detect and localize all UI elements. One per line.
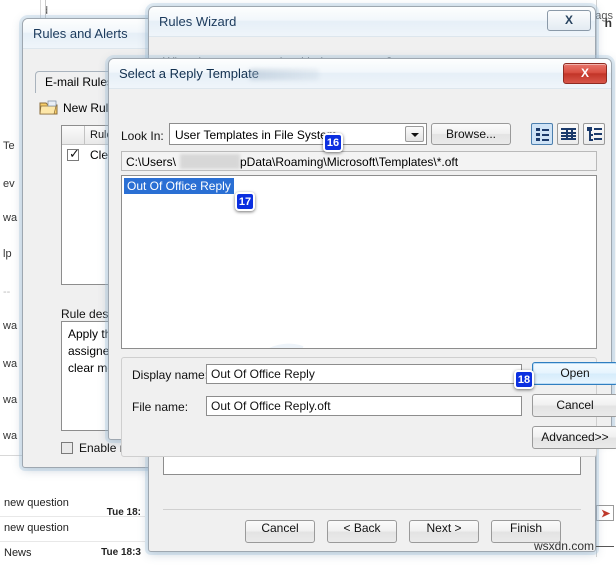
cancel-button[interactable]: Cancel — [245, 520, 315, 543]
rules-and-alerts-title: Rules and Alerts — [33, 26, 128, 41]
folder-icon — [39, 100, 58, 115]
mail-fragment[interactable]: lp — [3, 248, 12, 260]
select-reply-template-dialog[interactable]: Select a Reply Template X Look In: User … — [108, 58, 616, 457]
display-name-field[interactable]: Out Of Office Reply — [206, 364, 522, 384]
list-view-icon[interactable] — [531, 123, 553, 145]
details-view-icon[interactable] — [557, 123, 579, 145]
badge-18: 18 — [514, 370, 534, 389]
tree-view-icon[interactable] — [583, 123, 605, 145]
mail-subject: new question — [4, 522, 69, 534]
file-name-label: File name: — [132, 400, 189, 414]
red-arrow-icon: ➤ — [601, 508, 611, 520]
header-divider — [84, 126, 85, 145]
mail-fragment[interactable]: Te — [3, 140, 15, 152]
redacted-title-region — [249, 69, 319, 80]
list-item[interactable]: News Tue 18:3 — [0, 542, 145, 567]
mail-date: Tue 18:3 — [101, 547, 141, 558]
badge-16: 16 — [323, 133, 343, 152]
mail-fragment[interactable]: ev — [3, 178, 15, 190]
list-item[interactable]: new question Tue 18: — [0, 507, 145, 542]
file-name-field[interactable]: Out Of Office Reply.oft — [206, 396, 522, 416]
chevron-down-icon[interactable] — [405, 126, 424, 142]
look-in-label: Look In: — [121, 129, 164, 143]
open-button[interactable]: Open — [532, 362, 616, 385]
appuals-watermark: Expert Tech Assistance! Appuals — [228, 329, 482, 348]
path-suffix: pData\Roaming\Microsoft\Templates\*.oft — [240, 155, 459, 169]
next-button[interactable]: Next > — [409, 520, 479, 543]
close-icon[interactable]: X — [547, 10, 591, 31]
path-prefix: C:\Users\ — [126, 155, 177, 169]
ribbon-group-tags: ags — [595, 10, 613, 22]
redacted-username — [180, 154, 240, 169]
wizard-separator — [163, 509, 581, 510]
mail-fragment[interactable]: wa — [3, 430, 17, 442]
rules-wizard-titlebar[interactable]: Rules Wizard X — [149, 7, 595, 37]
rule-enabled-checkbox[interactable]: ✓ — [67, 146, 80, 161]
check-icon: ✓ — [69, 146, 80, 161]
list-item[interactable]: Out Of Office Reply — [124, 178, 234, 194]
current-path-bar: C:\Users\ pData\Roaming\Microsoft\Templa… — [121, 151, 597, 171]
watermark-swirl — [228, 329, 346, 348]
mail-subject: News — [4, 547, 32, 559]
mail-fragment[interactable]: -- — [3, 286, 10, 298]
display-name-label: Display name: — [132, 368, 209, 382]
site-watermark: wsxdn.com — [533, 539, 594, 553]
mail-fragment[interactable]: wa — [3, 320, 17, 332]
template-file-list[interactable]: Expert Tech Assistance! Appuals Out Of O… — [121, 175, 597, 349]
reply-template-body: Look In: User Templates in File System 1… — [109, 89, 616, 457]
mail-subject: new question — [4, 497, 69, 509]
advanced-button[interactable]: Advanced>> — [532, 426, 616, 449]
mail-fragment[interactable]: wa — [3, 394, 17, 406]
back-button[interactable]: < Back — [327, 520, 397, 543]
mail-list-bottom[interactable]: new question new question Tue 18: News T… — [0, 455, 145, 559]
badge-17: 17 — [235, 192, 255, 211]
cancel-button[interactable]: Cancel — [532, 394, 616, 417]
mail-fragment[interactable]: wa — [3, 212, 17, 224]
look-in-combobox[interactable]: User Templates in File System — [169, 123, 427, 145]
look-in-value: User Templates in File System — [175, 128, 337, 142]
rules-wizard-title: Rules Wizard — [159, 14, 237, 29]
browse-button[interactable]: Browse... — [431, 123, 511, 145]
reply-template-titlebar[interactable]: Select a Reply Template X — [109, 59, 611, 89]
mail-date: Tue 18: — [106, 507, 141, 518]
watermark-underline — [596, 546, 614, 547]
reply-template-title: Select a Reply Template — [119, 66, 259, 81]
close-icon[interactable]: X — [563, 63, 607, 84]
attachment-indicator[interactable]: ➤ — [596, 505, 614, 521]
caret-down-shape — [411, 133, 419, 137]
enable-rule-checkbox[interactable] — [61, 442, 73, 454]
mail-fragment[interactable]: wa — [3, 358, 17, 370]
